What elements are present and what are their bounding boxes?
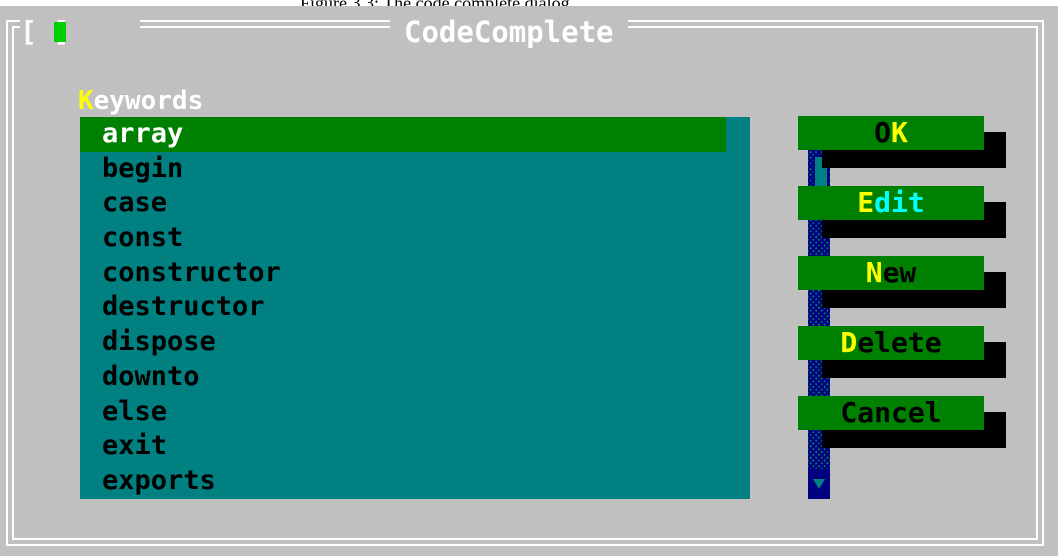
delete-button-wrap: Delete [798,326,1008,382]
keyword-list-item[interactable]: exit [80,429,726,464]
keywords-list[interactable]: array begin case const constructor destructor… [80,117,726,499]
keywords-label: Keywords [78,86,203,116]
cancel-button[interactable]: Cancel [798,396,984,430]
close-icon [54,22,66,42]
cancel-button-wrap: Cancel [798,396,1008,452]
keyword-list-item[interactable]: destructor [80,290,726,325]
close-box[interactable]: [ ] [20,14,140,50]
scroll-down-button[interactable] [808,469,830,499]
keyword-list-item[interactable]: array [80,117,726,152]
keywords-listbox[interactable]: array begin case const constructor destructor… [80,117,830,499]
ok-hotkey: K [891,116,908,149]
keyword-list-item[interactable]: else [80,395,726,430]
cancel-label: Cancel [840,396,942,429]
edit-button[interactable]: Edit [798,186,984,220]
edit-hotkey: E [857,186,875,219]
new-label: ew [882,256,917,289]
dialog-title: CodeComplete [390,14,628,50]
keyword-list-item[interactable]: downto [80,360,726,395]
edit-button-wrap: Edit [798,186,1008,242]
new-button-wrap: New [798,256,1008,312]
keywords-label-hotkey: K [78,86,94,116]
delete-hotkey: D [840,326,858,359]
codecomplete-dialog: [ ] CodeComplete Keywords array begin case… [0,6,1058,556]
keyword-list-item[interactable]: exports [80,464,726,499]
new-hotkey: N [865,256,883,289]
delete-button[interactable]: Delete [798,326,984,360]
new-button[interactable]: New [798,256,984,290]
ok-button[interactable]: OK [798,116,984,150]
keyword-list-item[interactable]: const [80,221,726,256]
arrow-down-icon [813,479,825,489]
ok-label: O [874,116,891,149]
edit-label: dit [874,186,925,219]
delete-label: elete [857,326,942,359]
keyword-list-item[interactable]: dispose [80,325,726,360]
keywords-label-text: eywords [93,86,204,116]
keyword-list-item[interactable]: case [80,186,726,221]
keyword-list-item[interactable]: begin [80,152,726,187]
ok-button-wrap: OK [798,116,1008,172]
keyword-list-item[interactable]: constructor [80,256,726,291]
